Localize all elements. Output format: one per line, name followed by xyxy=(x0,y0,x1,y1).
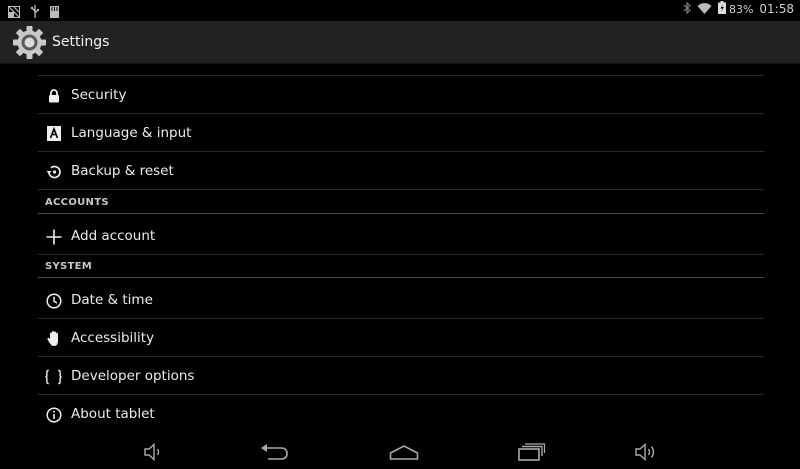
settings-item-language-input[interactable]: Language & input xyxy=(38,114,764,152)
plus-icon xyxy=(45,228,62,245)
system-status: 83% 01:58 xyxy=(683,1,794,17)
section-header-system: SYSTEM xyxy=(38,257,764,278)
home-icon[interactable] xyxy=(384,440,424,464)
sd-card-icon xyxy=(50,3,59,22)
settings-item-security[interactable]: Security xyxy=(38,76,764,114)
settings-list: Security Language & input Backup & reset… xyxy=(0,64,800,434)
usb-icon xyxy=(30,3,40,22)
hand-icon xyxy=(45,330,62,347)
settings-item-label: Security xyxy=(71,87,127,103)
bluetooth-icon xyxy=(683,1,691,17)
clock-icon xyxy=(45,292,62,309)
settings-item-accessibility[interactable]: Accessibility xyxy=(38,319,764,357)
backup-icon xyxy=(45,163,62,180)
settings-item-label: Accessibility xyxy=(71,330,155,346)
settings-item-label: About tablet xyxy=(71,406,155,422)
section-header-accounts: ACCOUNTS xyxy=(38,193,764,214)
action-bar: Settings xyxy=(0,21,800,64)
clock-time: 01:58 xyxy=(759,2,794,16)
settings-item-backup-reset[interactable]: Backup & reset xyxy=(38,152,764,190)
lock-icon xyxy=(45,87,62,104)
volume-up-icon[interactable] xyxy=(626,440,666,464)
settings-item-about-tablet[interactable]: About tablet xyxy=(38,395,764,433)
page-title: Settings xyxy=(52,34,110,50)
volume-down-icon[interactable] xyxy=(134,440,174,464)
settings-item-add-account[interactable]: Add account xyxy=(38,217,764,255)
section-header-label: SYSTEM xyxy=(45,261,93,272)
notification-icons xyxy=(8,3,59,22)
settings-gear-icon[interactable] xyxy=(11,24,48,61)
battery-icon xyxy=(717,1,726,17)
wifi-icon xyxy=(697,2,712,17)
back-icon[interactable] xyxy=(254,440,294,464)
settings-item-label: Language & input xyxy=(71,125,192,141)
settings-item-developer-options[interactable]: Developer options xyxy=(38,357,764,395)
navigation-bar xyxy=(0,434,800,469)
recents-icon[interactable] xyxy=(512,440,552,464)
settings-item-label: Developer options xyxy=(71,368,195,384)
language-icon xyxy=(45,125,62,142)
settings-item-label: Date & time xyxy=(71,292,153,308)
settings-item-label: Backup & reset xyxy=(71,163,174,179)
section-header-label: ACCOUNTS xyxy=(45,197,109,208)
settings-item-label: Add account xyxy=(71,228,156,244)
battery-percent: 83% xyxy=(728,2,754,16)
settings-item-date-time[interactable]: Date & time xyxy=(38,281,764,319)
braces-icon xyxy=(45,368,62,385)
status-bar: 83% 01:58 xyxy=(0,0,800,21)
info-icon xyxy=(45,406,62,423)
screenshot-icon xyxy=(8,3,20,22)
